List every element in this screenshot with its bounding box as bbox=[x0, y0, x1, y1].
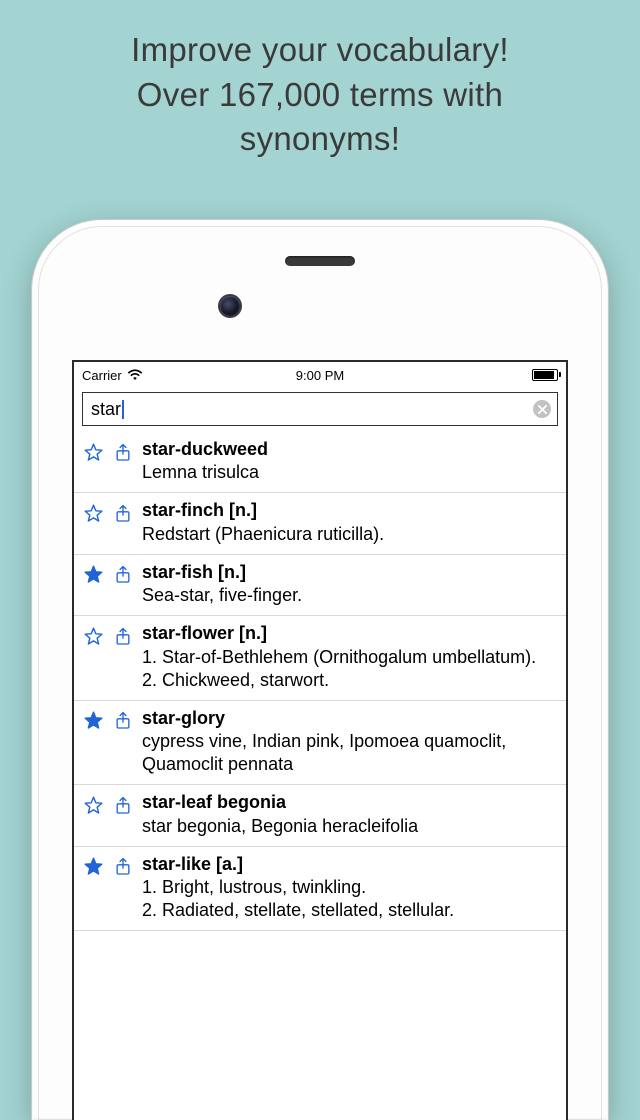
battery-icon bbox=[532, 369, 558, 381]
share-icon[interactable] bbox=[112, 563, 134, 587]
results-list: star-duckweedLemna trisulcastar-finch [n… bbox=[74, 432, 566, 931]
share-icon[interactable] bbox=[112, 624, 134, 648]
status-time: 9:00 PM bbox=[296, 368, 344, 383]
star-filled-icon[interactable] bbox=[82, 855, 104, 879]
result-definition: Redstart (Phaenicura ruticilla). bbox=[142, 523, 560, 546]
result-title: star-flower [n.] bbox=[142, 622, 560, 645]
search-input[interactable]: star bbox=[91, 399, 533, 420]
phone-camera bbox=[220, 296, 240, 316]
share-icon[interactable] bbox=[112, 440, 134, 464]
list-item[interactable]: star-leaf begoniastar begonia, Begonia h… bbox=[74, 785, 566, 846]
result-title: star-like [a.] bbox=[142, 853, 560, 876]
star-filled-icon[interactable] bbox=[82, 709, 104, 733]
result-definition: 1. Star-of-Bethlehem (Ornithogalum umbel… bbox=[142, 646, 560, 692]
result-definition: Lemna trisulca bbox=[142, 461, 560, 484]
star-outline-icon[interactable] bbox=[82, 793, 104, 817]
result-definition: 1. Bright, lustrous, twinkling. 2. Radia… bbox=[142, 876, 560, 922]
share-icon[interactable] bbox=[112, 709, 134, 733]
carrier-label: Carrier bbox=[82, 368, 122, 383]
share-icon[interactable] bbox=[112, 501, 134, 525]
status-bar: Carrier 9:00 PM bbox=[74, 362, 566, 388]
promo-line-3: synonyms! bbox=[30, 117, 610, 162]
list-item[interactable]: star-flower [n.]1. Star-of-Bethlehem (Or… bbox=[74, 616, 566, 700]
result-title: star-fish [n.] bbox=[142, 561, 560, 584]
result-definition: star begonia, Begonia heracleifolia bbox=[142, 815, 560, 838]
result-definition: Sea-star, five-finger. bbox=[142, 584, 560, 607]
list-item[interactable]: star-fish [n.]Sea-star, five-finger. bbox=[74, 555, 566, 616]
list-item[interactable]: star-like [a.]1. Bright, lustrous, twink… bbox=[74, 847, 566, 931]
app-screen: Carrier 9:00 PM star star-duc bbox=[72, 360, 568, 1120]
star-outline-icon[interactable] bbox=[82, 624, 104, 648]
result-title: star-duckweed bbox=[142, 438, 560, 461]
list-item[interactable]: star-finch [n.]Redstart (Phaenicura ruti… bbox=[74, 493, 566, 554]
result-definition: cypress vine, Indian pink, Ipomoea quamo… bbox=[142, 730, 560, 776]
star-filled-icon[interactable] bbox=[82, 563, 104, 587]
phone-frame: Carrier 9:00 PM star star-duc bbox=[32, 220, 608, 1120]
search-box[interactable]: star bbox=[82, 392, 558, 426]
share-icon[interactable] bbox=[112, 793, 134, 817]
result-title: star-glory bbox=[142, 707, 560, 730]
promo-line-2: Over 167,000 terms with bbox=[30, 73, 610, 118]
star-outline-icon[interactable] bbox=[82, 440, 104, 464]
list-item[interactable]: star-glorycypress vine, Indian pink, Ipo… bbox=[74, 701, 566, 785]
wifi-icon bbox=[127, 369, 143, 381]
promo-line-1: Improve your vocabulary! bbox=[30, 28, 610, 73]
share-icon[interactable] bbox=[112, 855, 134, 879]
phone-speaker bbox=[285, 256, 355, 266]
promo-headline: Improve your vocabulary! Over 167,000 te… bbox=[0, 0, 640, 182]
clear-search-button[interactable] bbox=[533, 400, 551, 418]
result-title: star-leaf begonia bbox=[142, 791, 560, 814]
list-item[interactable]: star-duckweedLemna trisulca bbox=[74, 432, 566, 493]
result-title: star-finch [n.] bbox=[142, 499, 560, 522]
star-outline-icon[interactable] bbox=[82, 501, 104, 525]
